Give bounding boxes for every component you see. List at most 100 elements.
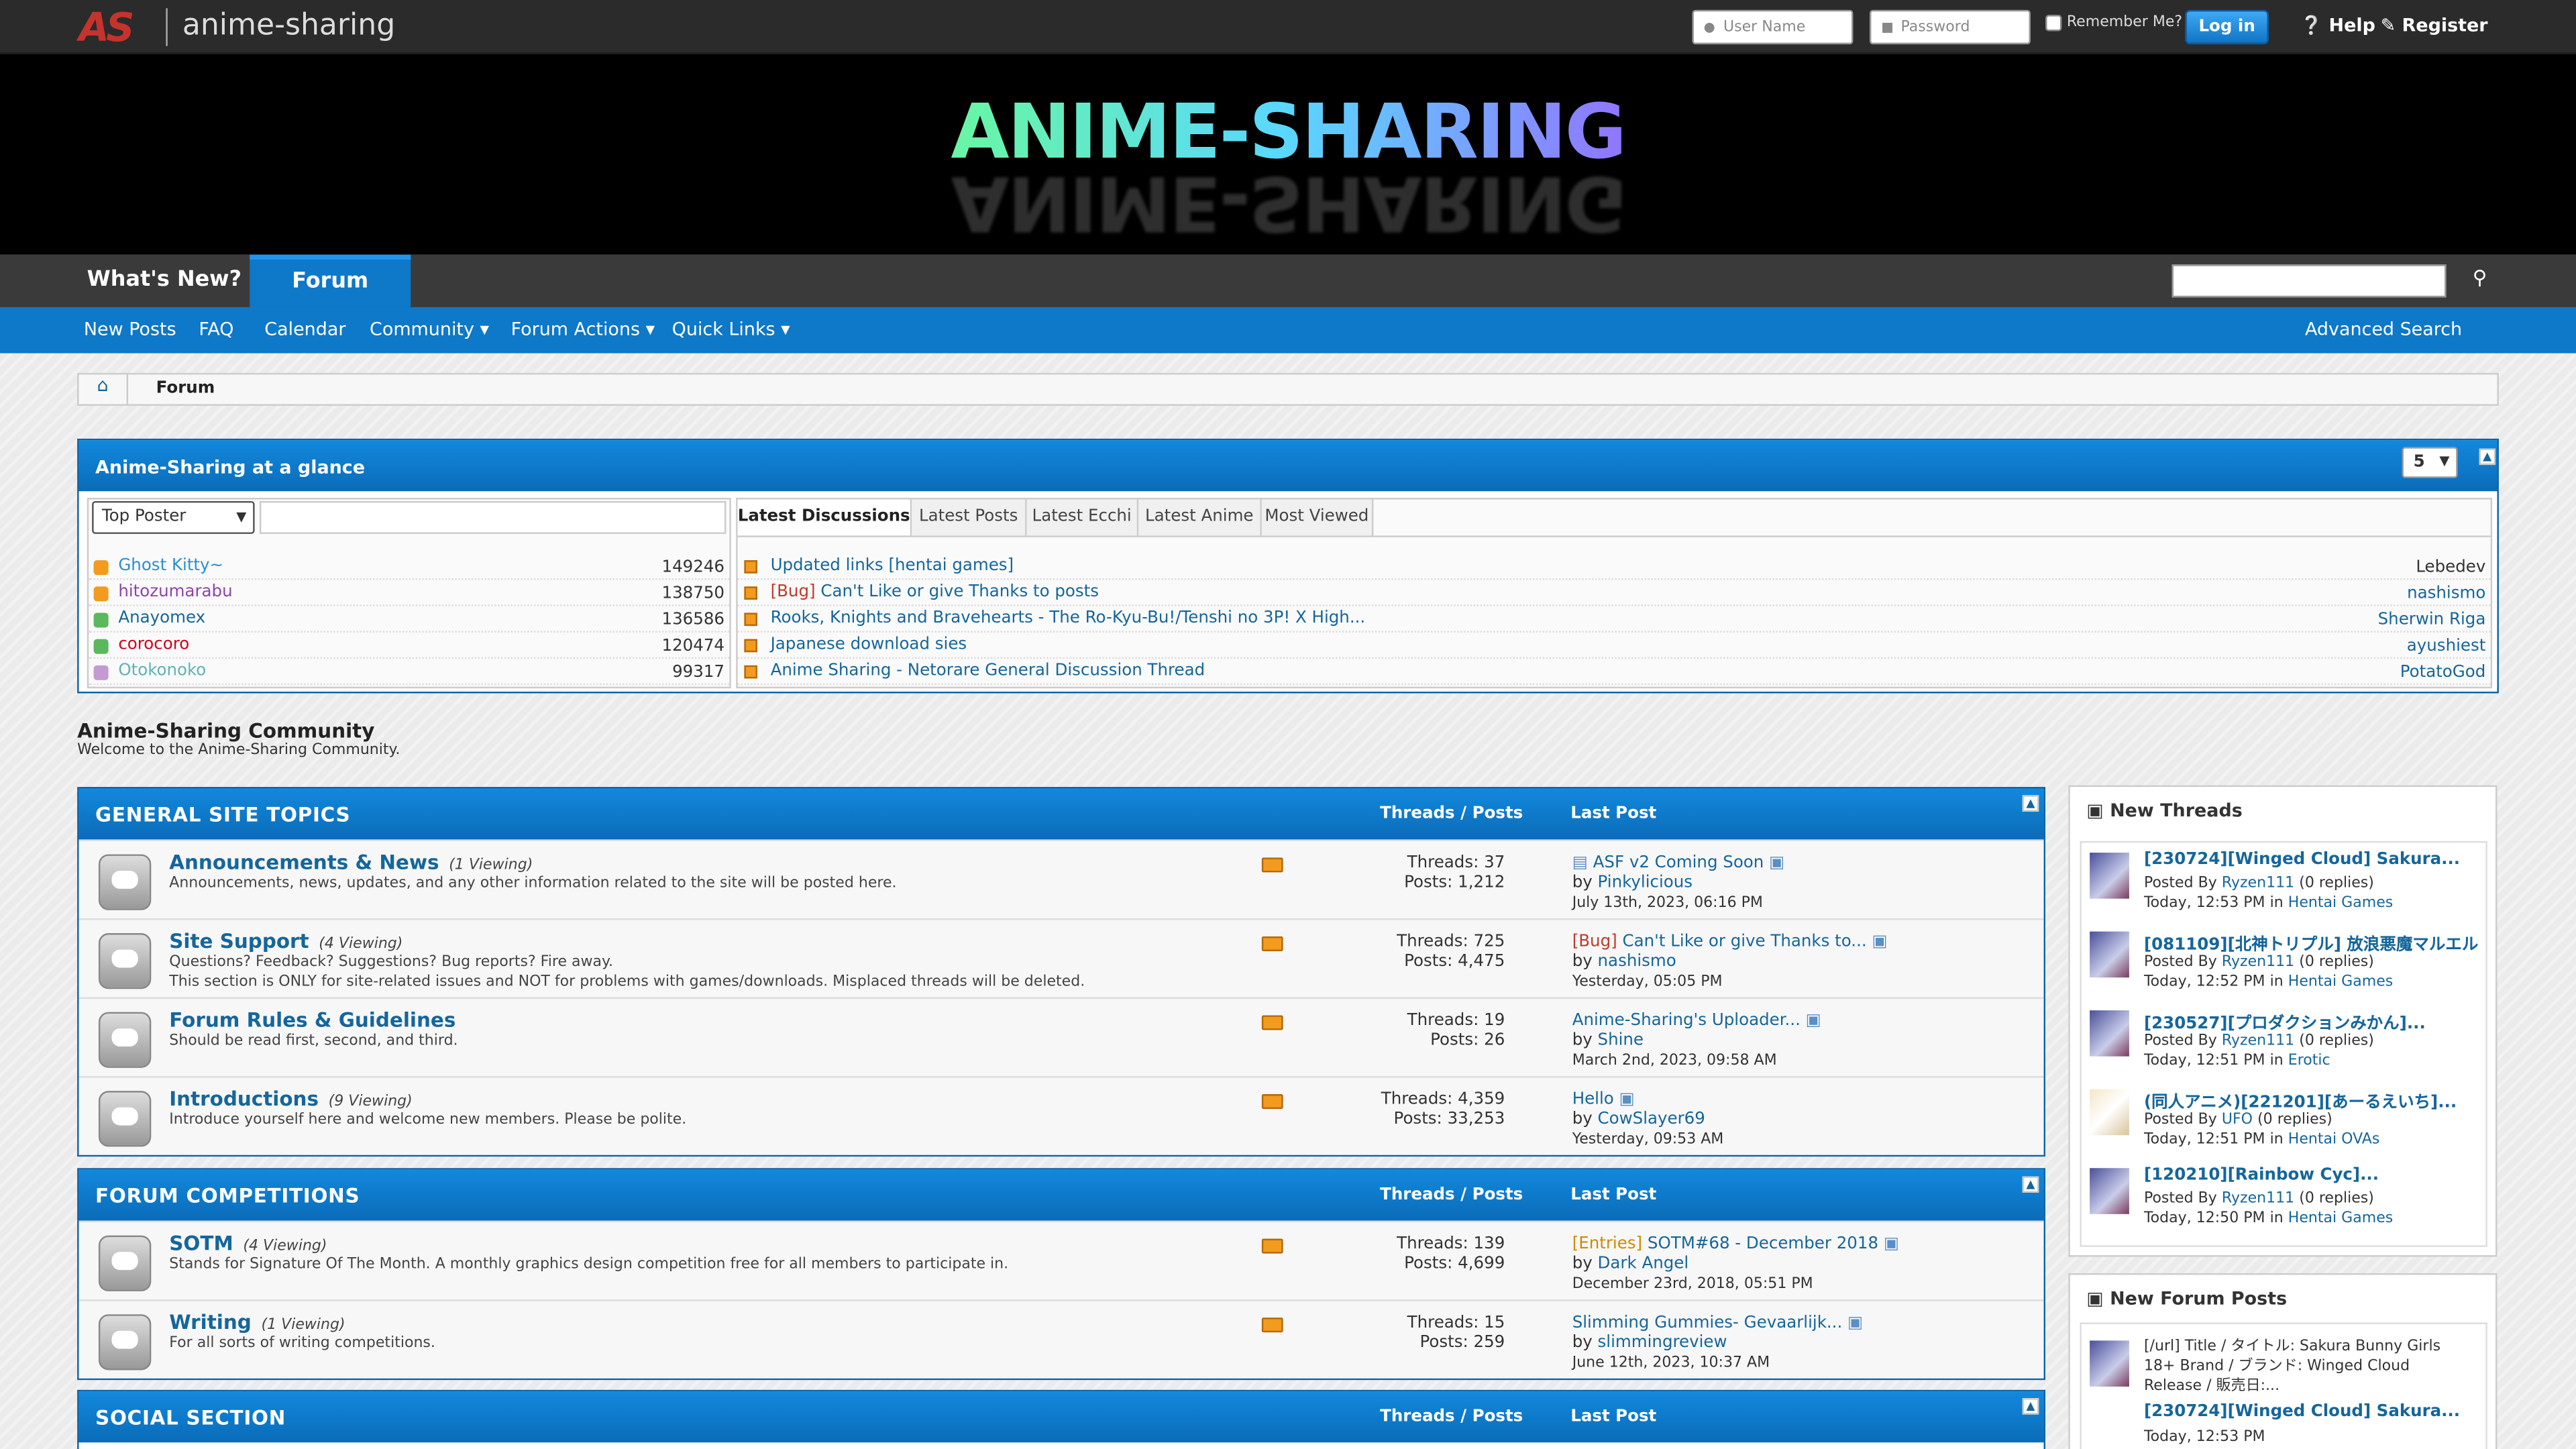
new-thread-forum[interactable]: Erotic — [2288, 1053, 2330, 1069]
password-input[interactable]: ■ Password — [1869, 9, 2031, 45]
discussion-user[interactable]: Sherwin Riga — [2378, 611, 2486, 629]
subnav-quick-links[interactable]: Quick Links ▾ — [672, 319, 790, 340]
go-to-post-icon[interactable]: ▣ — [1769, 854, 1784, 872]
new-thread-user[interactable]: Ryzen111 — [2222, 875, 2294, 892]
last-post-link[interactable]: [Entries] SOTM#68 - December 2018 — [1572, 1236, 1878, 1254]
forum-name-link[interactable]: Introductions (9 Viewing) — [169, 1087, 413, 1110]
new-thread-user[interactable]: Ryzen111 — [2222, 1191, 2294, 1208]
tab-latest-posts[interactable]: Latest Posts — [912, 499, 1027, 536]
site-logo-text[interactable]: anime-sharing — [182, 8, 395, 42]
section-title[interactable]: FORUM COMPETITIONS — [95, 1185, 360, 1208]
avatar[interactable] — [2090, 1340, 2129, 1387]
subnav-faq[interactable]: FAQ — [199, 319, 233, 340]
top-poster-name[interactable]: Ghost Kitty~ — [118, 557, 223, 575]
rss-icon[interactable] — [1261, 1094, 1283, 1110]
last-post-user[interactable]: Shine — [1598, 1032, 1644, 1050]
tab-most-viewed[interactable]: Most Viewed — [1261, 499, 1374, 536]
discussion-title[interactable]: Anime Sharing - Netorare General Discuss… — [771, 662, 1205, 680]
discussion-title[interactable]: Japanese download sies — [771, 636, 967, 654]
collapse-icon[interactable]: ▲ — [2022, 795, 2039, 812]
go-to-post-icon[interactable]: ▣ — [1847, 1314, 1863, 1332]
top-poster-name[interactable]: Anayomex — [118, 610, 205, 628]
subnav-calendar[interactable]: Calendar — [264, 319, 345, 340]
last-post-user[interactable]: Dark Angel — [1598, 1255, 1689, 1273]
site-logo-mark[interactable]: AS — [79, 5, 135, 51]
go-to-post-icon[interactable]: ▣ — [1884, 1236, 1899, 1254]
username-input[interactable]: ● User Name — [1692, 9, 1854, 45]
new-thread-title[interactable]: [120210][Rainbow Cyc]... — [2144, 1167, 2379, 1185]
forum-name[interactable]: Forum Rules & Guidelines — [169, 1009, 455, 1032]
go-to-post-icon[interactable]: ▣ — [1806, 1012, 1821, 1030]
forum-name-link[interactable]: Announcements & News (1 Viewing) — [169, 851, 533, 874]
help-link[interactable]: ❔ Help — [2300, 15, 2375, 36]
collapse-icon[interactable]: ▲ — [2022, 1398, 2039, 1415]
rss-icon[interactable] — [1261, 1318, 1283, 1333]
avatar[interactable] — [2090, 931, 2129, 978]
new-post-title[interactable]: [230724][Winged Cloud] Sakura... — [2144, 1403, 2460, 1421]
new-thread-title[interactable]: [230724][Winged Cloud] Sakura... — [2144, 851, 2460, 869]
new-thread-user[interactable]: Ryzen111 — [2222, 955, 2294, 971]
remember-checkbox[interactable] — [2045, 15, 2062, 32]
last-post-user[interactable]: CowSlayer69 — [1598, 1111, 1705, 1129]
search-input[interactable] — [2171, 264, 2447, 298]
forum-name-link[interactable]: Writing (1 Viewing) — [169, 1311, 345, 1334]
last-post-title[interactable]: Slimming Gummies- Gevaarlijk... — [1572, 1314, 1843, 1332]
last-post-user[interactable]: slimmingreview — [1598, 1334, 1727, 1352]
remember-me[interactable]: Remember Me? — [2045, 15, 2182, 32]
last-post-link[interactable]: [Bug] Can't Like or give Thanks to... — [1572, 933, 1867, 951]
rss-icon[interactable] — [1261, 857, 1283, 873]
last-post-title[interactable]: Anime-Sharing's Uploader... — [1572, 1012, 1801, 1030]
tab-latest-ecchi[interactable]: Latest Ecchi — [1026, 499, 1139, 536]
go-to-post-icon[interactable]: ▣ — [1872, 933, 1887, 951]
last-post-title[interactable]: ASF v2 Coming Soon — [1593, 854, 1764, 872]
top-poster-select[interactable]: Top Poster ▼ — [92, 500, 255, 534]
discussion-user[interactable]: Lebedev — [2416, 559, 2485, 577]
tab-latest-anime[interactable]: Latest Anime — [1138, 499, 1262, 536]
avatar[interactable] — [2090, 853, 2129, 899]
last-post-user[interactable]: nashismo — [1598, 953, 1676, 971]
glance-count-select[interactable]: 5 ▼ — [2402, 447, 2458, 478]
top-poster-name[interactable]: corocoro — [118, 636, 189, 654]
subnav-forum-actions[interactable]: Forum Actions ▾ — [511, 319, 655, 340]
discussion-title[interactable]: Updated links [hentai games] — [771, 557, 1014, 575]
register-link[interactable]: ✎ Register — [2381, 15, 2488, 36]
advanced-search-link[interactable]: Advanced Search — [2305, 319, 2462, 340]
tab-latest-discussions[interactable]: Latest Discussions — [737, 499, 912, 536]
collapse-icon[interactable]: ▲ — [2022, 1176, 2039, 1193]
new-thread-title[interactable]: [230527][プロダクションみかん]... — [2144, 1009, 2426, 1033]
avatar[interactable] — [2090, 1089, 2129, 1136]
top-poster-name[interactable]: hitozumarabu — [118, 583, 232, 601]
discussion-user[interactable]: PotatoGod — [2400, 663, 2486, 682]
last-post-title[interactable]: Hello — [1572, 1091, 1614, 1109]
forum-name-link[interactable]: SOTM (4 Viewing) — [169, 1232, 327, 1255]
top-poster-name[interactable]: Otokonoko — [118, 662, 206, 680]
subnav-community[interactable]: Community ▾ — [370, 319, 489, 340]
forum-name-link[interactable]: Site Support (4 Viewing) — [169, 930, 402, 953]
rss-icon[interactable] — [1261, 1238, 1283, 1254]
rss-icon[interactable] — [1261, 1015, 1283, 1030]
new-thread-title[interactable]: [081109][北神トリプル] 放浪悪魔マルエル — [2144, 930, 2478, 955]
search-icon[interactable]: ⚲ — [2473, 266, 2487, 289]
rss-icon[interactable] — [1261, 936, 1283, 951]
new-thread-forum[interactable]: Hentai Games — [2288, 896, 2394, 912]
new-thread-forum[interactable]: Hentai OVAs — [2288, 1132, 2380, 1148]
section-title[interactable]: GENERAL SITE TOPICS — [95, 804, 350, 826]
subnav-new-posts[interactable]: New Posts — [84, 319, 176, 340]
discussion-link[interactable]: [Bug] Can't Like or give Thanks to posts — [771, 583, 1099, 601]
new-thread-title[interactable]: (同人アニメ)[221201][あーるえいち]... — [2144, 1087, 2457, 1112]
avatar[interactable] — [2090, 1168, 2129, 1214]
discussion-user[interactable]: nashismo — [2407, 585, 2485, 603]
discussion-user[interactable]: ayushiest — [2407, 637, 2486, 655]
new-thread-user[interactable]: Ryzen111 — [2222, 1033, 2294, 1049]
tab-whats-new[interactable]: What's New? — [74, 255, 254, 307]
home-icon[interactable]: ⌂ — [79, 374, 129, 405]
collapse-icon[interactable]: ▲ — [2479, 448, 2496, 466]
login-button[interactable]: Log in — [2185, 9, 2269, 45]
section-title[interactable]: SOCIAL SECTION — [95, 1406, 286, 1429]
new-thread-user[interactable]: UFO — [2222, 1112, 2253, 1128]
new-thread-forum[interactable]: Hentai Games — [2288, 1211, 2394, 1227]
last-post-user[interactable]: Pinkylicious — [1598, 874, 1693, 892]
tab-forum[interactable]: Forum — [250, 254, 411, 307]
go-to-post-icon[interactable]: ▣ — [1619, 1091, 1635, 1109]
avatar[interactable] — [2090, 1010, 2129, 1057]
